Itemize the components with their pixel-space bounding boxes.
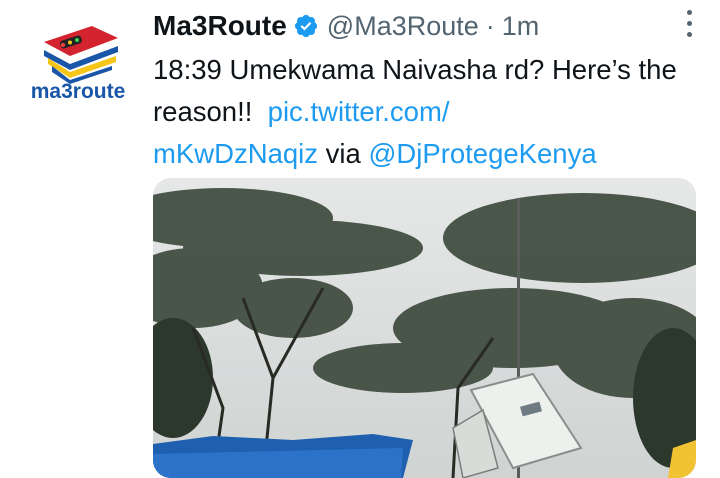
tweet-header: Ma3Route @Ma3Route · 1m — [153, 6, 700, 46]
tweet-text: 18:39 Umekwama Naivasha rd? Here’s the r… — [153, 49, 700, 175]
via-text: via — [325, 138, 361, 169]
pic-link-part2[interactable]: mKwDzNaqiz — [153, 138, 318, 169]
logo-text: ma3route — [31, 80, 126, 103]
timestamp[interactable]: 1m — [502, 11, 540, 42]
more-options-button[interactable] — [680, 10, 698, 50]
display-name[interactable]: Ma3Route — [153, 10, 287, 42]
user-handle[interactable]: @Ma3Route — [327, 11, 479, 42]
more-dot-icon — [686, 32, 692, 37]
pic-link-part1[interactable]: pic.twitter.com/ — [268, 96, 450, 127]
more-dot-icon — [686, 10, 692, 15]
accident-scene-image — [153, 178, 696, 478]
mention-link[interactable]: @DjProtegeKenya — [368, 138, 596, 169]
tweet-photo[interactable] — [153, 178, 696, 478]
ma3route-logo-avatar[interactable]: ma3route — [22, 20, 134, 110]
more-dot-icon — [686, 21, 692, 26]
verified-badge-icon — [294, 14, 317, 38]
ma3route-logo-icon: ma3route — [31, 26, 126, 103]
separator-dot: · — [485, 10, 495, 41]
